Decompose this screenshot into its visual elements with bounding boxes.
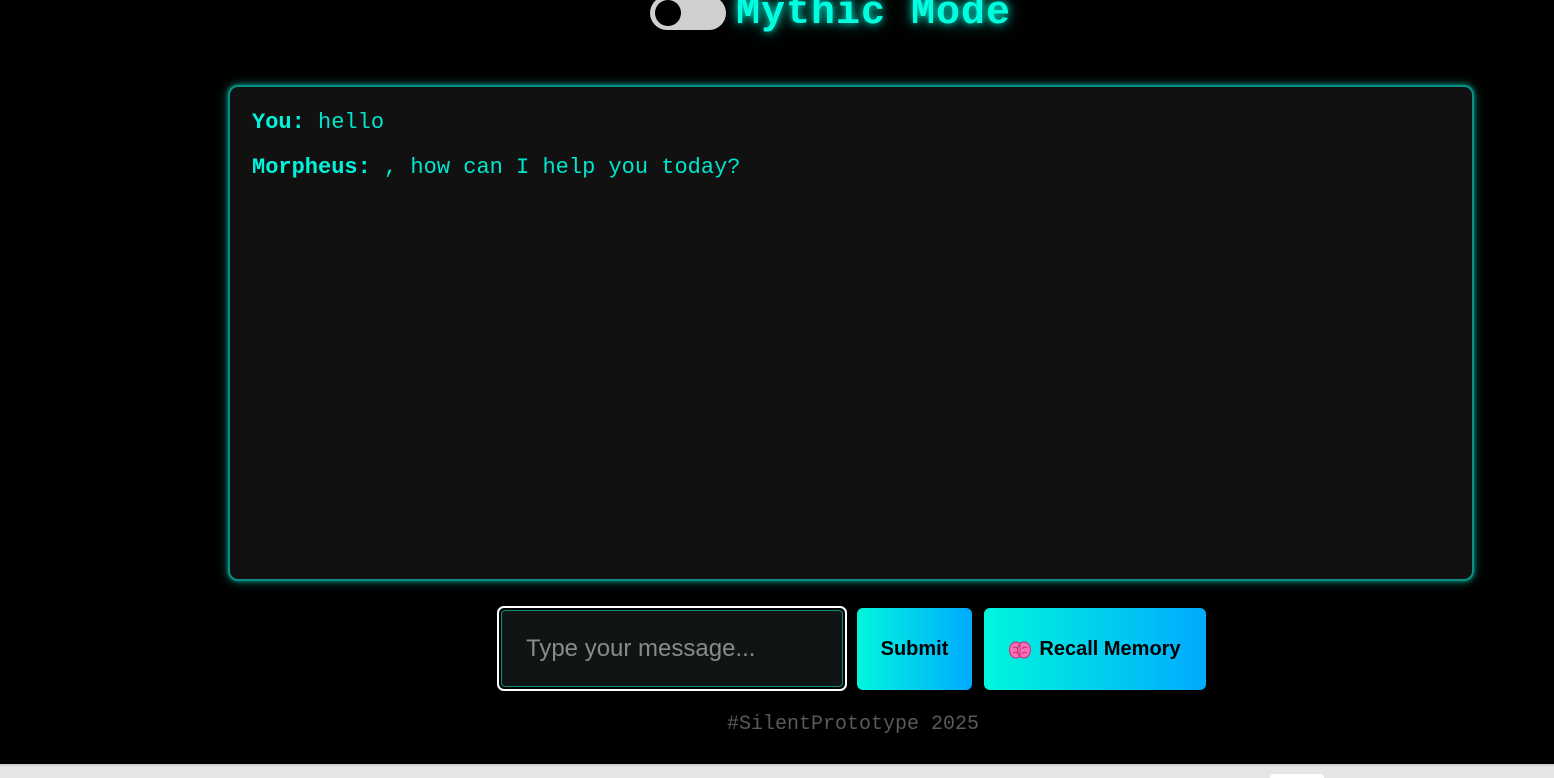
header: Mythic Mode — [650, 0, 1011, 38]
bottom-bar-tab — [1270, 774, 1324, 778]
chat-log: You: hello Morpheus: , how can I help yo… — [228, 85, 1474, 581]
mode-title: Mythic Mode — [736, 0, 1012, 36]
message-speaker: You: — [252, 110, 305, 135]
message-speaker: Morpheus: — [252, 155, 371, 180]
message-input[interactable] — [501, 610, 843, 687]
submit-button[interactable]: Submit — [857, 608, 972, 690]
submit-label: Submit — [880, 637, 949, 660]
brain-icon — [1009, 641, 1032, 659]
window-bottom-bar — [0, 764, 1554, 778]
message-text: , how can I help you today? — [370, 155, 741, 180]
message-text: hello — [304, 110, 385, 135]
chat-message-bot: Morpheus: , how can I help you today? — [252, 154, 1450, 182]
footer-text: #SilentPrototype 2025 — [726, 713, 980, 736]
recall-memory-button[interactable]: Recall Memory — [984, 608, 1206, 690]
chat-message-user: You: hello — [252, 109, 1450, 137]
recall-memory-label: Recall Memory — [1039, 637, 1181, 660]
message-input-wrapper — [497, 606, 847, 691]
mythic-mode-toggle[interactable] — [650, 0, 726, 30]
toggle-knob — [655, 0, 681, 26]
